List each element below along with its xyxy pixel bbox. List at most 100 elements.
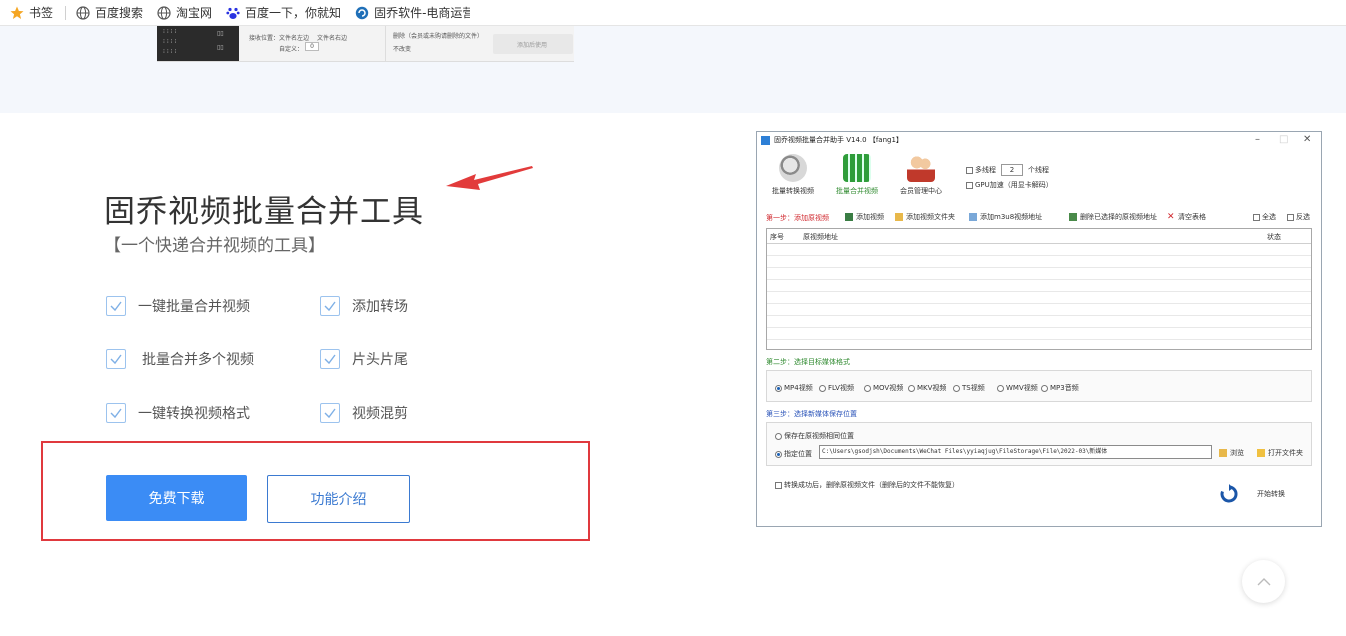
shot-action-label: 添加后使用 [517, 42, 548, 49]
option-label: 保存在原视频相同位置 [784, 432, 854, 440]
feature-label: 片头片尾 [352, 352, 408, 368]
format-label: MP3音频 [1050, 384, 1079, 392]
format-label: WMV视频 [1006, 384, 1038, 392]
format-option[interactable]: MKV视频 [908, 383, 946, 393]
feature-intro-button[interactable]: 功能介绍 [267, 475, 410, 523]
radio[interactable] [775, 432, 782, 440]
step2-label: 第二步：选择目标媒体格式 [766, 358, 850, 366]
check-icon [320, 296, 340, 316]
shot-action-button: 添加后使用 [493, 34, 573, 54]
radio[interactable] [864, 384, 871, 392]
checkbox[interactable] [1287, 213, 1294, 221]
open-folder-button[interactable]: 打开文件夹 [1257, 448, 1303, 458]
back-to-top-button[interactable] [1242, 560, 1285, 603]
format-option[interactable]: FLV视频 [819, 383, 854, 393]
button-label: 浏览 [1230, 449, 1244, 457]
bookmark-item[interactable]: 百度一下，你就知 [226, 4, 341, 21]
bookmarks-bar: 书签 百度搜索 淘宝网 百度一下，你就知 固乔软件-电商运营 [0, 0, 1346, 26]
bookmark-divider [65, 5, 67, 20]
column-header-index: 序号 [770, 233, 784, 241]
bookmark-item[interactable]: 百度搜索 [76, 4, 143, 21]
app-titlebar: 固乔视频批量合并助手 V14.0 【fang1】 [757, 132, 1321, 148]
checkbox[interactable] [966, 166, 973, 174]
start-convert-button[interactable]: 开始转换 [1219, 484, 1285, 504]
radio[interactable] [908, 384, 915, 392]
radio[interactable] [819, 384, 826, 392]
film-reel-icon [779, 154, 807, 182]
bookmark-item[interactable]: 固乔软件-电商运营 [355, 4, 470, 21]
table-row [767, 279, 1311, 280]
save-same-radio[interactable]: 保存在原视频相同位置 [775, 431, 854, 441]
radio[interactable] [1041, 384, 1048, 392]
save-custom-radio[interactable]: 指定位置 [775, 449, 812, 459]
toolbar-label: 删除已选择的原视频地址 [1080, 213, 1157, 221]
check-icon [106, 403, 126, 423]
toolbar-label: 清空表格 [1178, 213, 1206, 221]
format-label: MP4视频 [784, 384, 813, 392]
radio[interactable] [775, 450, 782, 458]
column-header-status: 状态 [1267, 233, 1281, 241]
checkbox[interactable] [775, 481, 782, 489]
globe-icon [76, 5, 90, 20]
free-download-button[interactable]: 免费下载 [106, 475, 247, 521]
tool-batch-merge[interactable]: 批量合并视频 [831, 154, 883, 196]
radio[interactable] [775, 384, 782, 392]
clear-table-button[interactable]: ✕ 清空表格 [1167, 212, 1206, 222]
delete-after-checkbox[interactable]: 转换成功后，删除原视频文件（删除后的文件不能恢复） [775, 480, 959, 490]
tool-batch-convert[interactable]: 批量转换视频 [767, 154, 819, 196]
toolbar-label: 添加m3u8视频地址 [980, 213, 1043, 221]
format-label: TS视频 [962, 384, 985, 392]
close-icon[interactable]: ✕ [1303, 134, 1311, 145]
add-folder-button[interactable]: 添加视频文件夹 [895, 212, 955, 222]
checkbox[interactable] [966, 181, 973, 189]
table-row [767, 327, 1311, 328]
format-option[interactable]: MOV视频 [864, 383, 903, 393]
shot-divider [385, 26, 386, 61]
delete-selected-button[interactable]: 删除已选择的原视频地址 [1069, 212, 1157, 222]
bookmark-item[interactable]: 淘宝网 [157, 4, 212, 21]
checkbox[interactable] [1253, 213, 1260, 221]
table-row [767, 291, 1311, 292]
step3-label: 第三步：选择新媒体保存位置 [766, 410, 857, 418]
tool-member-center[interactable]: 会员管理中心 [895, 154, 947, 196]
save-path-input[interactable]: C:\Users\gsodjsh\Documents\WeChat Files\… [819, 445, 1212, 459]
select-all-checkbox[interactable]: 全选 [1253, 212, 1276, 222]
bookmark-item[interactable]: 书签 [10, 4, 53, 21]
option-label: 多线程 [975, 166, 996, 174]
format-option[interactable]: WMV视频 [997, 383, 1038, 393]
feature-item: 片头片尾 [320, 349, 408, 369]
format-option[interactable]: MP3音频 [1041, 383, 1079, 393]
feature-label: 添加转场 [352, 299, 408, 315]
bookmark-label: 百度搜索 [95, 6, 144, 20]
check-icon [320, 403, 340, 423]
browse-button[interactable]: 浏览 [1219, 448, 1244, 458]
feature-label: 批量合并多个视频 [142, 352, 254, 368]
gpu-checkbox[interactable]: GPU加速（用显卡解码） [966, 180, 1053, 190]
table-row [767, 267, 1311, 268]
table-row [767, 303, 1311, 304]
tool-label: 批量转换视频 [772, 187, 814, 195]
format-option[interactable]: MP4视频 [775, 383, 813, 393]
check-icon [106, 349, 126, 369]
format-option[interactable]: TS视频 [953, 383, 985, 393]
minimize-icon[interactable]: – [1255, 134, 1260, 145]
radio[interactable] [997, 384, 1004, 392]
add-video-button[interactable]: 添加视频 [845, 212, 884, 222]
radio[interactable] [953, 384, 960, 392]
feature-item: 一键批量合并视频 [106, 296, 250, 316]
baidu-paw-icon [226, 7, 240, 19]
shot-input: 0 [305, 42, 319, 51]
feature-label: 视频混剪 [352, 406, 408, 422]
tool-label: 会员管理中心 [900, 187, 942, 195]
format-label: MOV视频 [873, 384, 904, 392]
option-label: 转换成功后，删除原视频文件（删除后的文件不能恢复） [784, 481, 959, 489]
save-location-group [766, 422, 1312, 466]
video-table[interactable]: 序号 原视频地址 状态 [766, 228, 1312, 350]
add-m3u8-button[interactable]: 添加m3u8视频地址 [969, 212, 1042, 222]
maximize-icon[interactable]: □ [1279, 134, 1288, 145]
thread-count-input[interactable]: 2 [1001, 164, 1023, 176]
multi-thread-checkbox[interactable]: 多线程 2 个线程 [966, 164, 1049, 176]
feature-label: 一键转换视频格式 [138, 406, 250, 422]
invert-selection-checkbox[interactable]: 反选 [1287, 212, 1310, 222]
bookmark-label: 百度一下，你就知 [245, 6, 342, 20]
